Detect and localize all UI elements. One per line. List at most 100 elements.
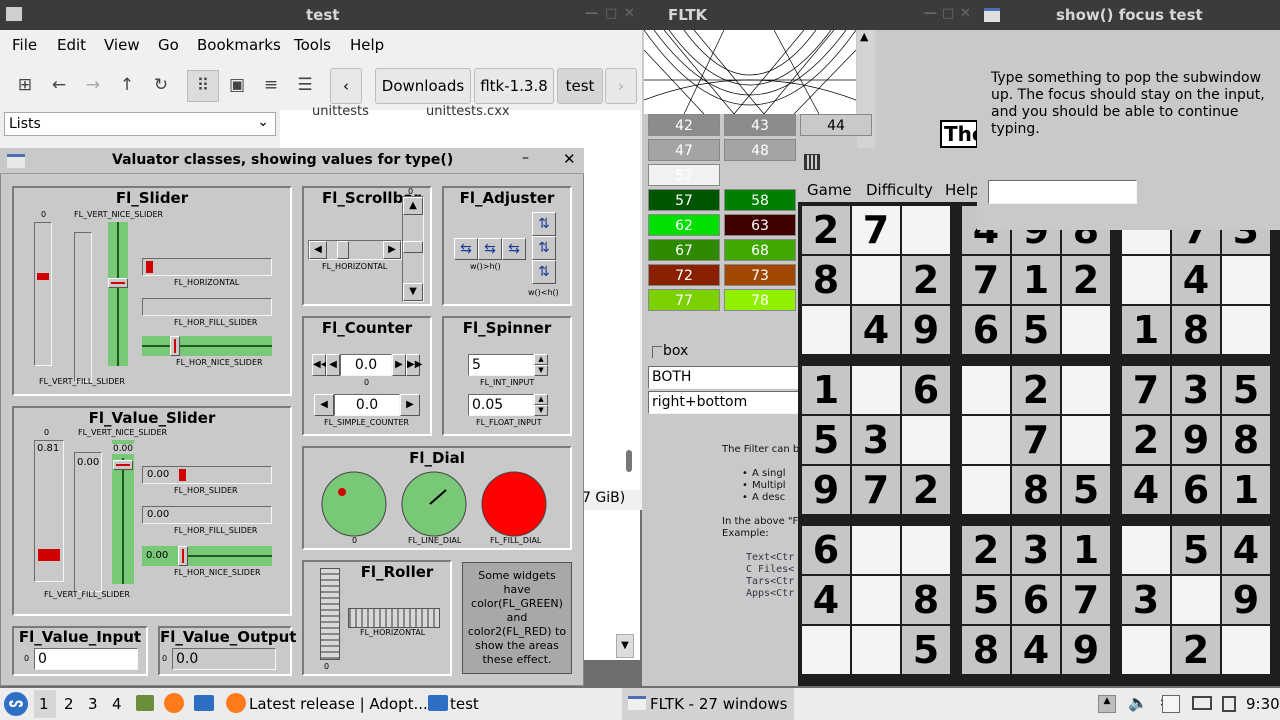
sudoku-cell[interactable]: 1 (1122, 306, 1170, 354)
sudoku-cell[interactable]: 3 (852, 416, 900, 464)
spinner-down-icon[interactable]: ▼ (534, 405, 548, 416)
counter-up-icon[interactable]: ▶ (392, 354, 406, 376)
sudoku-cell[interactable]: 7 (1012, 416, 1060, 464)
grid-cell[interactable]: 77 (648, 289, 720, 311)
up-icon[interactable]: ↑ (112, 70, 142, 100)
icon-view-icon[interactable]: ⠿ (187, 70, 219, 102)
sudoku-cell[interactable] (962, 416, 1010, 464)
sudoku-cell[interactable]: 7 (1062, 576, 1110, 624)
align-field-1[interactable]: BOTH (648, 366, 800, 389)
sudoku-cell[interactable]: 2 (1012, 366, 1060, 414)
float-spinner-input[interactable]: 0.05 (468, 394, 534, 416)
clock[interactable]: 9:30 (1246, 695, 1280, 713)
scroll-down-icon[interactable]: ▼ (403, 283, 423, 301)
spinner-up-icon[interactable]: ▲ (534, 354, 548, 365)
path-test[interactable]: test (557, 68, 603, 104)
sudoku-cell[interactable]: 8 (962, 626, 1010, 674)
scrollbar-thumb[interactable] (626, 450, 632, 472)
sudoku-cell[interactable]: 5 (1222, 366, 1270, 414)
sudoku-cell[interactable]: 9 (1222, 576, 1270, 624)
counter-value[interactable]: 0.0 (340, 354, 392, 376)
maximize-icon[interactable]: □ (605, 6, 617, 21)
scrollbar-thumb[interactable] (403, 241, 423, 253)
sudoku-cell[interactable]: 7 (852, 206, 900, 254)
simple-counter-value[interactable]: 0.0 (334, 394, 400, 416)
hor-nice-value-slider[interactable]: 0.00 (142, 546, 272, 566)
sudoku-cell[interactable]: 6 (1172, 466, 1220, 514)
sudoku-cell[interactable] (1222, 306, 1270, 354)
menu-view[interactable]: View (104, 36, 140, 54)
sudoku-cell[interactable]: 8 (1222, 416, 1270, 464)
align-field-2[interactable]: right+bottom (648, 391, 800, 414)
grid-cell[interactable]: 78 (724, 289, 796, 311)
scroll-down-icon[interactable]: ▼ (616, 634, 634, 658)
sudoku-cell[interactable]: 3 (1012, 526, 1060, 574)
sudoku-cell[interactable]: 9 (1172, 416, 1220, 464)
sudoku-cell[interactable]: 4 (852, 306, 900, 354)
forward-icon[interactable]: → (78, 70, 108, 100)
sudoku-cell[interactable]: 1 (802, 366, 850, 414)
sudoku-titlebar[interactable] (798, 148, 978, 178)
grid-cell[interactable]: 68 (724, 239, 796, 261)
reload-icon[interactable]: ↻ (146, 70, 176, 100)
scroll-up-icon[interactable]: ▲ (860, 30, 868, 43)
adjuster-fast-icon[interactable]: ⇅ (532, 212, 556, 236)
sudoku-cell[interactable] (852, 366, 900, 414)
maximize-icon[interactable]: □ (942, 6, 954, 21)
tray-up-icon[interactable]: ▲ (1098, 695, 1116, 713)
menu-difficulty[interactable]: Difficulty (866, 181, 933, 199)
sudoku-cell[interactable]: 6 (802, 526, 850, 574)
sudoku-cell[interactable]: 5 (1172, 526, 1220, 574)
menu-bookmarks[interactable]: Bookmarks (197, 36, 281, 54)
grid-cell[interactable]: 58 (724, 189, 796, 211)
grid-cell[interactable]: 42 (648, 114, 720, 136)
sudoku-cell[interactable]: 5 (1062, 466, 1110, 514)
path-right-icon[interactable]: › (605, 68, 637, 104)
hor-nice-slider[interactable] (142, 336, 272, 356)
adjuster-slow-icon[interactable]: ⇅ (532, 260, 556, 284)
vert-fill-value-slider[interactable]: 0.00 (74, 452, 102, 592)
sudoku-cell[interactable]: 2 (1122, 416, 1170, 464)
grid-cell[interactable]: 43 (724, 114, 796, 136)
side-pane-select[interactable]: Lists ⌄ (4, 112, 276, 136)
menu-help[interactable]: Help (945, 181, 979, 199)
sudoku-cell[interactable]: 9 (802, 466, 850, 514)
sudoku-cell[interactable] (1062, 416, 1110, 464)
vert-nice-value-slider[interactable]: 0.00 (112, 440, 134, 584)
thumbnail-view-icon[interactable]: ▣ (222, 70, 252, 100)
power-icon[interactable] (1222, 696, 1236, 712)
adjuster-slow-icon[interactable]: ⇆ (502, 238, 526, 260)
hor-roller[interactable] (348, 608, 440, 628)
sudoku-cell[interactable] (852, 256, 900, 304)
menu-tools[interactable]: Tools (294, 36, 331, 54)
sudoku-cell[interactable]: 8 (1172, 306, 1220, 354)
sudoku-cell[interactable]: 8 (902, 576, 950, 624)
scroll-left-icon[interactable]: ◀ (309, 241, 327, 259)
sudoku-cell[interactable]: 6 (962, 306, 1010, 354)
workspace-1[interactable]: 1 (39, 695, 49, 713)
grid-cell[interactable]: 72 (648, 264, 720, 286)
menu-file[interactable]: File (12, 36, 37, 54)
int-spinner-input[interactable]: 5 (468, 354, 534, 376)
workspace-4[interactable]: 4 (112, 695, 122, 713)
grid-cell[interactable]: 62 (648, 214, 720, 236)
dial[interactable] (320, 470, 388, 538)
task-browser[interactable]: Latest release | Adopt... (249, 695, 428, 713)
sudoku-cell[interactable]: 3 (1172, 366, 1220, 414)
checkbox-icon[interactable] (652, 346, 662, 358)
slider-thumb[interactable] (37, 273, 49, 280)
task-fltk[interactable]: FLTK - 27 windows (650, 695, 787, 713)
sudoku-cell[interactable]: 7 (962, 256, 1010, 304)
menu-help[interactable]: Help (350, 36, 384, 54)
path-downloads[interactable]: Downloads (375, 68, 471, 104)
detail-view-icon[interactable]: ☰ (290, 70, 320, 100)
hor-value-slider[interactable]: 0.00 (142, 466, 272, 484)
clipboard-icon[interactable] (1162, 695, 1180, 713)
scroll-up-icon[interactable]: ▲ (403, 197, 423, 215)
scrollbar-thumb[interactable] (337, 241, 349, 259)
close-icon[interactable]: ✕ (624, 6, 635, 21)
adjuster-medium-icon[interactable]: ⇅ (532, 236, 556, 260)
sudoku-cell[interactable] (852, 576, 900, 624)
menu-edit[interactable]: Edit (57, 36, 86, 54)
network-icon[interactable] (1192, 696, 1212, 710)
